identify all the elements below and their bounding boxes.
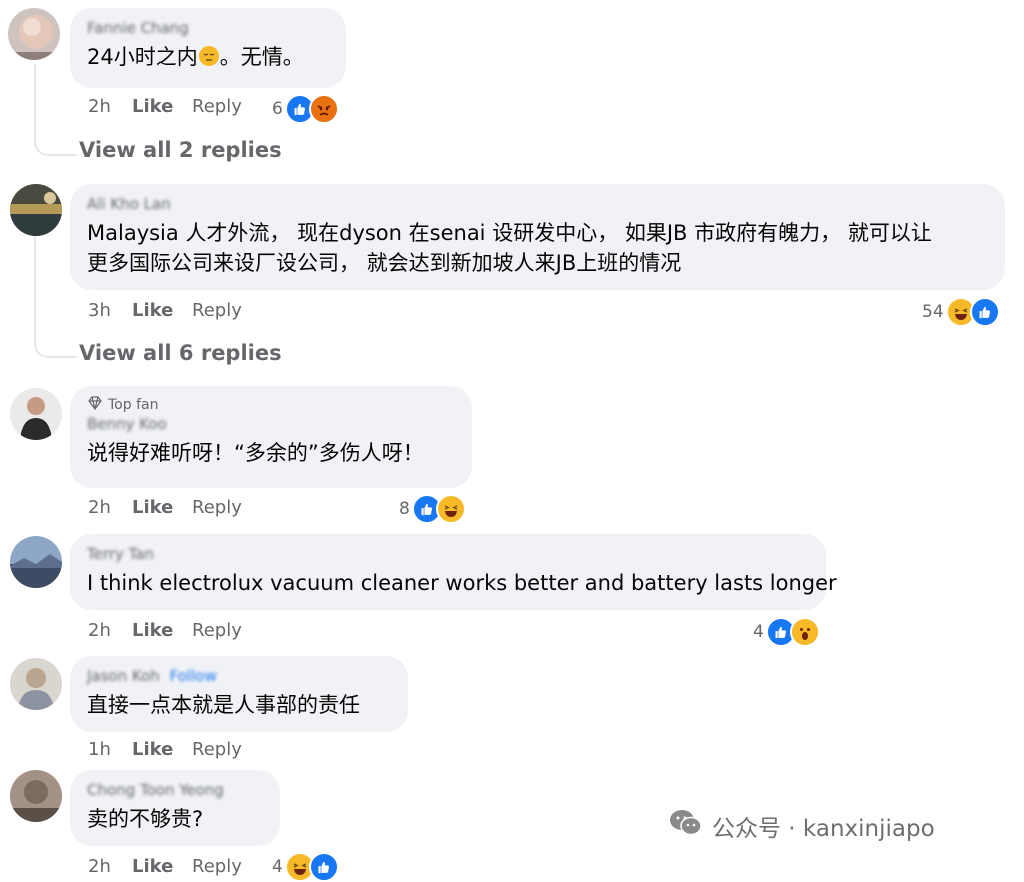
commenter-name[interactable]: Jason Koh Follow: [87, 666, 392, 688]
comment-text: 24小时之内 。无情。: [87, 40, 330, 74]
comment-bubble: Fannie Chang 24小时之内 。无情。: [70, 8, 346, 88]
comment-actions: 2h Like Reply: [88, 497, 242, 518]
pensive-emoji-icon: [198, 45, 220, 69]
comment-text-part: 24小时之内: [87, 45, 198, 69]
reaction-summary[interactable]: 6: [272, 94, 339, 124]
view-replies-link[interactable]: View all 2 replies: [79, 138, 282, 162]
reaction-count: 4: [753, 622, 764, 642]
like-button[interactable]: Like: [132, 300, 192, 321]
comment-text: I think electrolux vacuum cleaner works …: [87, 571, 837, 595]
reply-button[interactable]: Reply: [192, 300, 242, 321]
comment-text: 直接一点本就是人事部的责任: [87, 693, 360, 717]
reaction-summary[interactable]: 8: [399, 494, 466, 524]
comment-time[interactable]: 1h: [88, 739, 132, 760]
avatar[interactable]: [8, 8, 60, 60]
reaction-count: 4: [272, 857, 283, 877]
reaction-count: 54: [922, 302, 944, 322]
watermark-text: 公众号 · kanxinjiapo: [712, 816, 935, 842]
comment-bubble: Jason Koh Follow 直接一点本就是人事部的责任: [70, 656, 408, 732]
comment-bubble: Top fan Benny Koo 说得好难听呀！“多余的”多伤人呀！: [70, 386, 472, 488]
comment-time[interactable]: 3h: [88, 300, 132, 321]
reaction-count: 8: [399, 499, 410, 519]
like-reaction-icon: [308, 852, 339, 882]
avatar[interactable]: [10, 184, 62, 236]
wechat-watermark: 公众号 · kanxinjiapo: [668, 808, 935, 844]
reply-button[interactable]: Reply: [192, 620, 242, 641]
commenter-name-text: Jason Koh: [87, 667, 160, 685]
reply-button[interactable]: Reply: [192, 739, 242, 760]
comment-text: 卖的不够贵?: [87, 807, 204, 831]
comment-time[interactable]: 2h: [88, 497, 132, 518]
top-fan-label: Top fan: [108, 397, 159, 413]
like-button[interactable]: Like: [132, 497, 192, 518]
reaction-summary[interactable]: 4: [753, 617, 820, 647]
like-button[interactable]: Like: [132, 739, 192, 760]
comment-actions: 3h Like Reply: [88, 300, 242, 321]
haha-reaction-icon: [435, 494, 466, 524]
comment-text-line: 更多国际公司来设厂设公司， 就会达到新加坡人来JB上班的情况: [87, 251, 682, 275]
comment-bubble: Terry Tan I think electrolux vacuum clea…: [70, 534, 837, 610]
commenter-name[interactable]: Benny Koo: [87, 414, 456, 436]
commenter-name[interactable]: Terry Tan: [87, 544, 810, 566]
follow-button[interactable]: Follow: [170, 667, 217, 685]
angry-reaction-icon: [308, 94, 339, 124]
wechat-icon: [668, 808, 704, 844]
comment-time[interactable]: 2h: [88, 856, 132, 877]
commenter-name[interactable]: Ali Kho Lan: [87, 194, 989, 216]
comment-actions: 2h Like Reply: [88, 620, 242, 641]
comment-text-part: 。无情。: [219, 45, 304, 69]
comment-text-line: Malaysia 人才外流， 现在dyson 在senai 设研发中心， 如果J…: [87, 221, 932, 245]
top-fan-badge: Top fan: [87, 396, 456, 414]
comment-bubble: Chong Toon Yeong 卖的不够贵?: [70, 770, 280, 846]
avatar[interactable]: [10, 770, 62, 822]
reply-thread-line: [34, 64, 76, 156]
reaction-summary[interactable]: 4: [272, 852, 339, 882]
like-reaction-icon: [969, 297, 1000, 327]
like-button[interactable]: Like: [132, 856, 192, 877]
avatar[interactable]: [10, 536, 62, 588]
reply-button[interactable]: Reply: [192, 96, 242, 117]
avatar[interactable]: [10, 388, 62, 440]
reaction-count: 6: [272, 99, 283, 119]
comment-actions: 2h Like Reply: [88, 856, 242, 877]
like-button[interactable]: Like: [132, 96, 192, 117]
avatar[interactable]: [10, 658, 62, 710]
reaction-summary[interactable]: 54: [922, 297, 1000, 327]
wow-reaction-icon: [789, 617, 820, 647]
comment-actions: 2h Like Reply: [88, 96, 242, 117]
commenter-name[interactable]: Chong Toon Yeong: [87, 780, 264, 802]
reply-button[interactable]: Reply: [192, 856, 242, 877]
comment-actions: 1h Like Reply: [88, 739, 242, 760]
comment-time[interactable]: 2h: [88, 96, 132, 117]
view-replies-link[interactable]: View all 6 replies: [79, 341, 282, 365]
comment-time[interactable]: 2h: [88, 620, 132, 641]
reply-button[interactable]: Reply: [192, 497, 242, 518]
commenter-name[interactable]: Fannie Chang: [87, 18, 330, 40]
diamond-icon: [87, 396, 103, 414]
like-button[interactable]: Like: [132, 620, 192, 641]
comment-bubble: Ali Kho Lan Malaysia 人才外流， 现在dyson 在sena…: [70, 184, 1005, 290]
comment-text: 说得好难听呀！“多余的”多伤人呀！: [87, 441, 424, 465]
